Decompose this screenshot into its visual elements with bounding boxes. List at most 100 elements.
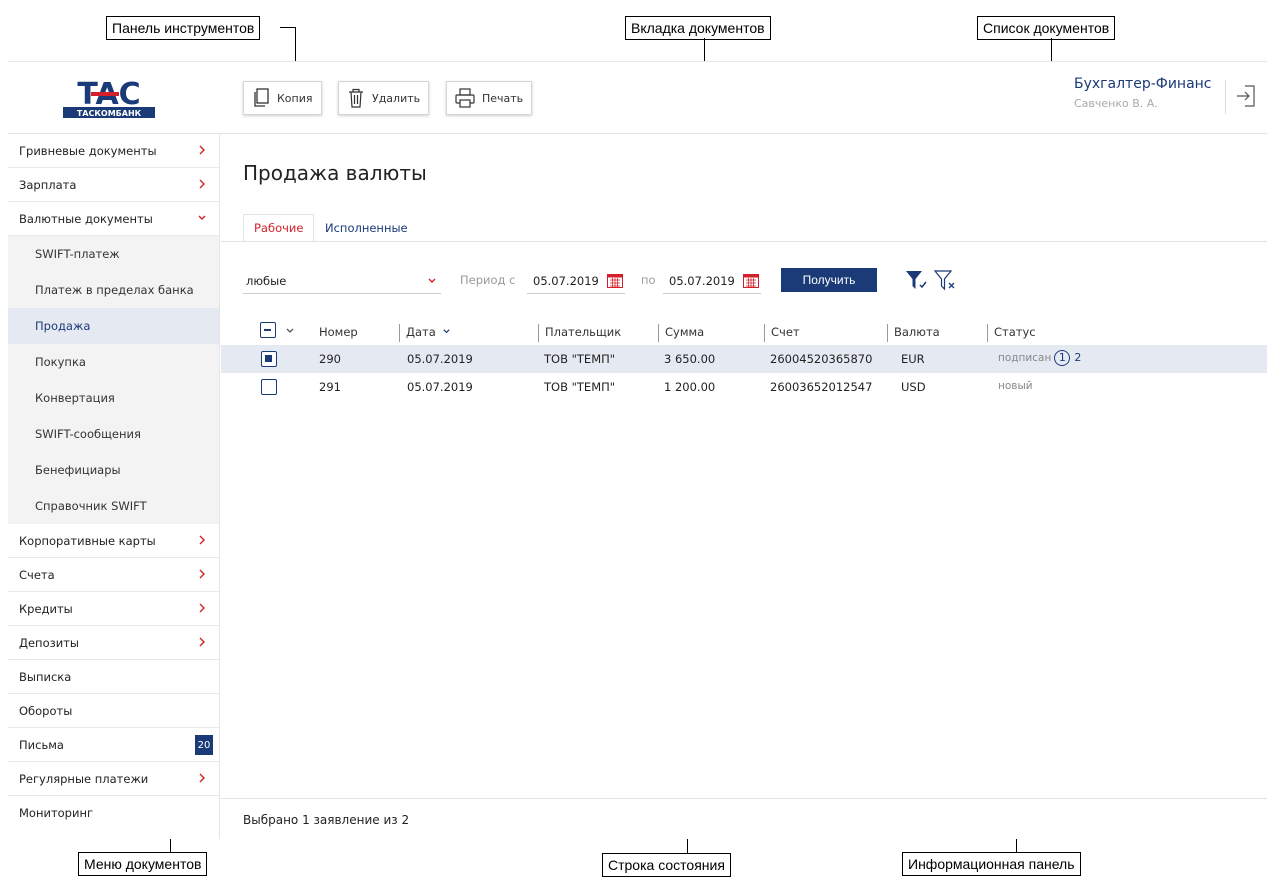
sidebar-item-swift-messages[interactable]: SWIFT-сообщения	[8, 416, 219, 452]
table-row[interactable]: 291 05.07.2019 ТОВ "ТЕМП" 1 200.00 26003…	[221, 373, 1267, 401]
chevron-right-icon	[199, 603, 205, 613]
copy-icon	[254, 88, 269, 107]
cell-payer: ТОВ "ТЕМП"	[544, 380, 616, 394]
unread-count-badge: 20	[195, 735, 213, 755]
sidebar-item-beneficiaries[interactable]: Бенефициары	[8, 452, 219, 488]
cell-currency: USD	[901, 380, 926, 394]
date-value: 05.07.2019	[533, 273, 599, 288]
date-to-field[interactable]: 05.07.2019	[663, 268, 761, 294]
document-menu: Гривневые документы Зарплата Валютные до…	[8, 134, 220, 839]
column-header-amount[interactable]: Сумма	[658, 324, 704, 342]
cell-payer: ТОВ "ТЕМП"	[544, 352, 616, 366]
app-window: TAC ТАСКОМБАНК Копия Удалить Печать Бухг…	[8, 61, 1267, 839]
table-header: Номер Дата Плательщик Сумма Счет Валюта …	[221, 320, 1267, 344]
document-type-select[interactable]: любые	[243, 268, 441, 294]
logout-icon[interactable]	[1236, 84, 1258, 108]
period-to-label: по	[641, 273, 656, 287]
status-bar: Выбрано 1 заявление из 2	[221, 798, 1267, 839]
calendar-icon[interactable]	[607, 274, 623, 288]
sidebar-item-label: SWIFT-платеж	[35, 247, 120, 261]
sidebar-item-label: Обороты	[19, 703, 73, 718]
sidebar-item-purchase[interactable]: Покупка	[8, 344, 219, 380]
callout-toolbar: Панель инструментов	[106, 16, 261, 40]
sidebar-item-conversion[interactable]: Конвертация	[8, 380, 219, 416]
sidebar-item-label: Мониторинг	[19, 806, 94, 820]
header: TAC ТАСКОМБАНК Копия Удалить Печать Бухг…	[8, 62, 1267, 134]
filter-clear-icon[interactable]	[933, 268, 957, 294]
column-header-status[interactable]: Статус	[987, 324, 1036, 342]
column-header-payer[interactable]: Плательщик	[538, 324, 621, 342]
sidebar-item-label: Письма	[19, 737, 64, 752]
filter-apply-icon[interactable]	[904, 268, 928, 294]
select-all-checkbox[interactable]	[260, 322, 276, 338]
signature-extra: 2	[1074, 351, 1082, 364]
status-text: подписан	[998, 352, 1052, 364]
sidebar-item-salary[interactable]: Зарплата	[8, 168, 219, 202]
chevron-right-icon	[199, 535, 205, 545]
date-from-field[interactable]: 05.07.2019	[527, 268, 625, 294]
table-row[interactable]: 290 05.07.2019 ТОВ "ТЕМП" 3 650.00 26004…	[221, 345, 1267, 373]
delete-button[interactable]: Удалить	[338, 81, 430, 115]
sidebar-item-turnovers[interactable]: Обороты	[8, 694, 219, 728]
sidebar-item-corporate-cards[interactable]: Корпоративные карты	[8, 524, 219, 558]
sidebar-item-label: Регулярные платежи	[19, 771, 149, 786]
main-content: Продажа валюты Рабочие Исполненные любые…	[221, 134, 1267, 839]
column-label: Дата	[406, 325, 436, 339]
sidebar-item-sale[interactable]: Продажа	[8, 308, 219, 344]
tabs-divider	[221, 241, 1267, 242]
callout-info-panel: Информационная панель	[902, 852, 1081, 876]
user-info[interactable]: Бухгалтер-Финанс Савченко В. А.	[1074, 76, 1212, 110]
chevron-down-icon[interactable]	[285, 326, 295, 336]
sidebar-item-monitoring[interactable]: Мониторинг	[8, 796, 219, 830]
sidebar-item-currency-documents[interactable]: Валютные документы	[8, 202, 219, 236]
sidebar-item-regular-payments[interactable]: Регулярные платежи	[8, 762, 219, 796]
copy-button[interactable]: Копия	[243, 81, 322, 115]
sidebar-item-accounts[interactable]: Счета	[8, 558, 219, 592]
cell-currency: EUR	[901, 352, 925, 366]
tab-working[interactable]: Рабочие	[243, 214, 315, 242]
get-button[interactable]: Получить	[781, 268, 877, 292]
column-header-account[interactable]: Счет	[764, 324, 800, 342]
callout-doc-list: Список документов	[977, 16, 1116, 40]
sidebar-item-label: Конвертация	[35, 391, 115, 405]
calendar-icon[interactable]	[743, 274, 759, 288]
cell-status: новый	[998, 380, 1033, 392]
row-checkbox[interactable]	[261, 379, 277, 395]
sidebar-item-intrabank-payment[interactable]: Платеж в пределах банка	[8, 272, 219, 308]
user-subtitle: Савченко В. А.	[1074, 97, 1158, 110]
sidebar-item-deposits[interactable]: Депозиты	[8, 626, 219, 660]
column-header-date[interactable]: Дата	[399, 324, 451, 342]
column-header-number[interactable]: Номер	[313, 324, 358, 342]
cell-amount: 1 200.00	[664, 380, 716, 394]
sidebar-item-swift-directory[interactable]: Справочник SWIFT	[8, 488, 219, 524]
sidebar-item-label: Покупка	[35, 355, 86, 369]
sidebar-item-letters[interactable]: Письма 20	[8, 728, 219, 762]
chevron-down-icon	[428, 278, 436, 283]
tab-label: Рабочие	[254, 221, 304, 235]
select-value: любые	[246, 273, 287, 288]
trash-icon	[349, 88, 363, 108]
chevron-right-icon	[199, 179, 205, 189]
status-text: Выбрано 1 заявление из 2	[243, 813, 410, 827]
sidebar-item-label: Гривневые документы	[19, 143, 157, 158]
chevron-right-icon	[199, 145, 205, 155]
cell-date: 05.07.2019	[407, 380, 473, 394]
sidebar-item-uah-documents[interactable]: Гривневые документы	[8, 134, 219, 168]
sidebar-item-label: Бенефициары	[35, 463, 121, 477]
print-button[interactable]: Печать	[446, 81, 533, 115]
sort-desc-icon	[443, 329, 451, 334]
copy-label: Копия	[277, 91, 313, 105]
date-value: 05.07.2019	[669, 273, 735, 288]
cell-account: 26004520365870	[770, 352, 873, 366]
tab-executed[interactable]: Исполненные	[315, 214, 418, 242]
page-title: Продажа валюты	[243, 161, 427, 185]
sidebar-item-swift-payment[interactable]: SWIFT-платеж	[8, 236, 219, 272]
sidebar-item-statement[interactable]: Выписка	[8, 660, 219, 694]
sidebar-item-credits[interactable]: Кредиты	[8, 592, 219, 626]
cell-date: 05.07.2019	[407, 352, 473, 366]
column-header-currency[interactable]: Валюта	[887, 324, 940, 342]
cell-number: 290	[319, 352, 341, 366]
row-checkbox[interactable]	[261, 351, 277, 367]
tab-label: Исполненные	[325, 221, 408, 235]
sidebar-item-label: Валютные документы	[19, 211, 153, 226]
